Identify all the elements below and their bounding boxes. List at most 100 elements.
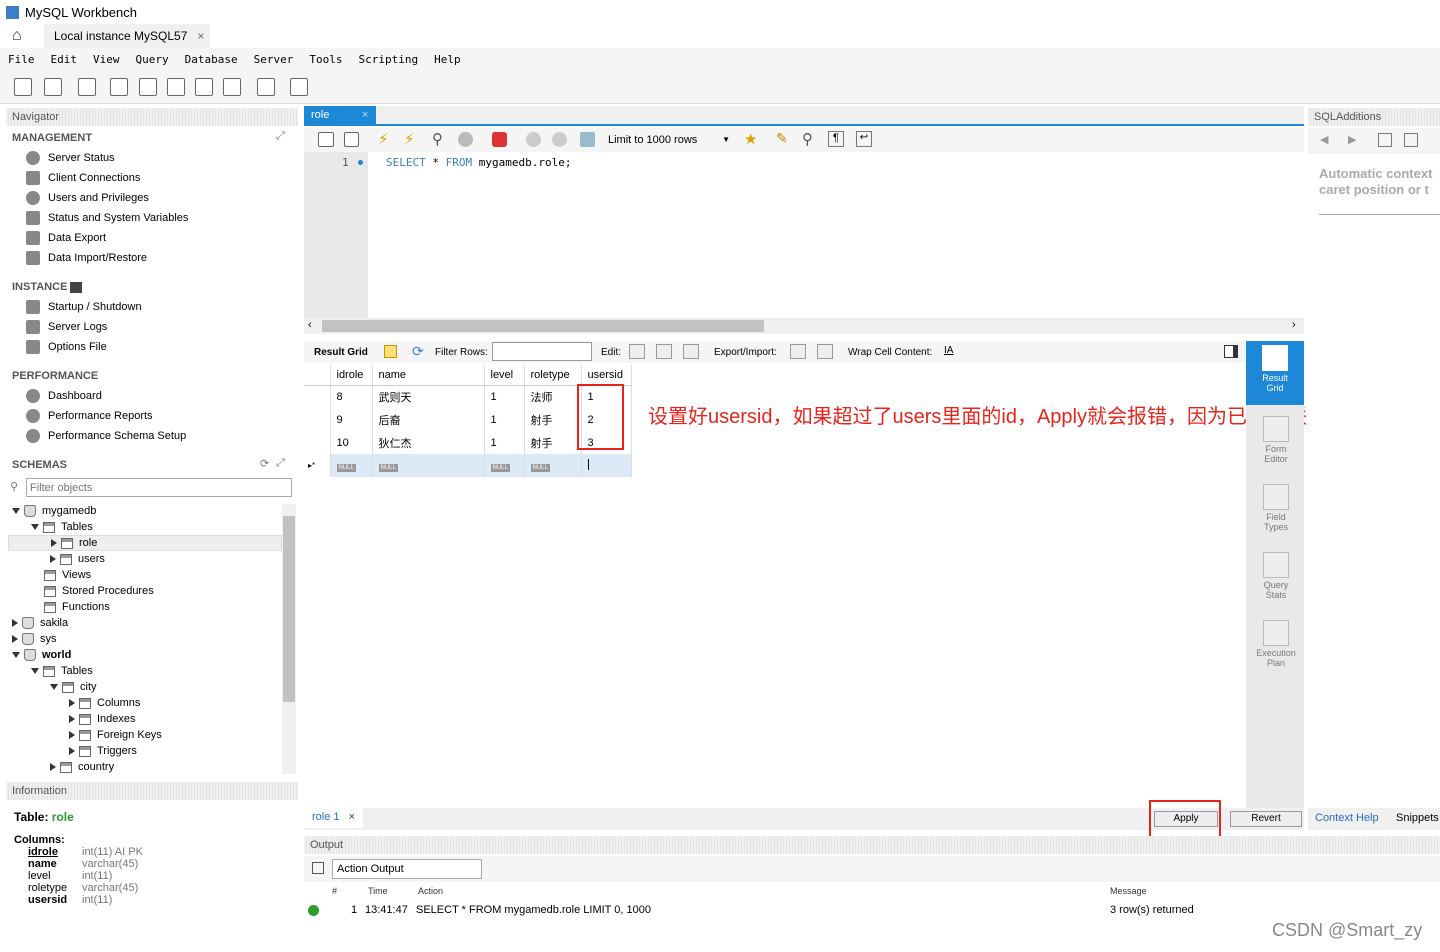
form-editor-button[interactable]: Form Editor [1248,416,1304,464]
collapsed-arrow-icon[interactable] [69,699,75,707]
rollback-icon[interactable] [552,132,567,147]
nav-server-status[interactable]: Server Status [0,148,290,168]
col-header-idrole[interactable]: idrole [330,365,373,386]
new-sql-tab-icon[interactable] [14,78,32,96]
col-header-name[interactable]: name [372,365,485,386]
col-header-roletype[interactable]: roletype [524,365,582,386]
autocommit-icon[interactable] [580,132,595,147]
tab-context-help[interactable]: Context Help [1315,812,1379,824]
cell[interactable]: 10 [330,431,373,454]
cell[interactable]: 9 [330,408,373,431]
tree-functions[interactable]: Functions [44,599,110,615]
tree-mygamedb-tables[interactable]: Tables [31,519,93,535]
collapsed-arrow-icon[interactable] [69,747,75,755]
cell-editing[interactable] [581,454,632,477]
stop-icon[interactable] [458,132,473,147]
cell[interactable]: 8 [330,385,373,408]
delete-row-icon[interactable] [683,344,699,359]
scroll-left-icon[interactable]: ‹ [308,319,312,331]
create-table-icon[interactable] [139,78,157,96]
reconnect-icon[interactable] [290,78,308,96]
nav-users-privileges[interactable]: Users and Privileges [0,188,290,208]
cell[interactable]: 武则天 [372,385,485,408]
collapsed-arrow-icon[interactable] [50,555,56,563]
collapsed-arrow-icon[interactable] [69,715,75,723]
sql-editor[interactable]: 1 SELECT * FROM mygamedb.role; [304,152,1304,318]
cell[interactable]: 1 [484,408,525,431]
tree-scrollbar[interactable] [282,504,296,774]
menu-file[interactable]: File [0,53,43,66]
tree-city[interactable]: city [50,679,97,695]
close-icon[interactable]: × [349,811,355,823]
expanded-arrow-icon[interactable] [31,668,39,674]
new-row[interactable]: ▸* NULL NULL NULL NULL [304,454,632,477]
tree-stored-procedures[interactable]: Stored Procedures [44,583,154,599]
col-header-usersid[interactable]: usersid [581,365,632,386]
result-tab[interactable]: role 1 × [304,808,364,828]
menu-tools[interactable]: Tools [301,53,350,66]
scroll-thumb[interactable] [283,516,295,702]
menu-view[interactable]: View [85,53,128,66]
nav-data-export[interactable]: Data Export [0,228,290,248]
scroll-thumb[interactable] [322,320,764,332]
manual-help-icon[interactable] [1378,133,1392,147]
cell-null[interactable]: NULL [484,454,525,477]
menu-edit[interactable]: Edit [43,53,86,66]
row-header[interactable] [304,408,331,431]
tree-users[interactable]: users [50,551,105,567]
col-header-level[interactable]: level [484,365,525,386]
insert-row-icon[interactable] [656,344,672,359]
execution-plan-button[interactable]: Execution Plan [1248,620,1304,668]
refresh-icon[interactable]: ⟳ [412,343,424,360]
cell-null[interactable]: NULL [372,454,485,477]
execute-current-icon[interactable]: ⚡ [404,130,415,148]
beautify-icon[interactable]: ✎ [776,130,788,147]
nav-data-import[interactable]: Data Import/Restore [0,248,290,268]
nav-options-file[interactable]: Options File [0,337,290,357]
tree-triggers[interactable]: Triggers [69,743,137,759]
edit-row-icon[interactable] [629,344,645,359]
copy-icon[interactable] [312,862,324,874]
menu-query[interactable]: Query [128,53,177,66]
open-sql-script-icon[interactable] [44,78,62,96]
close-icon[interactable]: × [362,106,368,124]
collapsed-arrow-icon[interactable] [51,539,57,547]
open-file-icon[interactable] [318,132,334,147]
nav-server-logs[interactable]: Server Logs [0,317,290,337]
tree-sakila[interactable]: sakila [12,615,68,631]
create-schema-icon[interactable] [110,78,128,96]
nav-status-variables[interactable]: Status and System Variables [0,208,290,228]
auto-help-icon[interactable] [1404,133,1418,147]
scroll-right-icon[interactable]: › [1292,319,1296,331]
execute-icon[interactable]: ⚡ [378,130,389,148]
nav-performance-schema-setup[interactable]: Performance Schema Setup [0,426,290,446]
create-function-icon[interactable] [223,78,241,96]
nav-client-connections[interactable]: Client Connections [0,168,290,188]
collapsed-arrow-icon[interactable] [12,619,18,627]
tree-mygamedb[interactable]: mygamedb [12,503,96,519]
tree-country[interactable]: country [50,759,114,775]
cell[interactable]: 射手 [524,408,582,431]
cell[interactable]: 射手 [524,431,582,454]
result-grid-button[interactable]: Result Grid [1246,341,1304,405]
export-icon[interactable] [790,344,806,359]
cell[interactable]: 狄仁杰 [372,431,485,454]
menu-database[interactable]: Database [177,53,246,66]
tree-columns[interactable]: Columns [69,695,140,711]
cell[interactable]: 法师 [524,385,582,408]
wrap-toggle-icon[interactable]: IA [944,345,953,356]
nav-startup-shutdown[interactable]: Startup / Shutdown [0,297,290,317]
cell[interactable]: 1 [484,385,525,408]
result-grid-label[interactable]: Result Grid [314,347,368,358]
expand-icon[interactable]: ⤢ [276,457,285,470]
tree-indexes[interactable]: Indexes [69,711,136,727]
word-wrap-icon[interactable]: ↩ [856,131,872,147]
panel-toggle-icon[interactable] [1224,345,1238,358]
refresh-icon[interactable]: ⟳ [260,457,269,470]
filter-objects-input[interactable] [26,478,292,497]
limit-rows-select[interactable]: Limit to 1000 rows ▼ [608,132,730,148]
tab-connection[interactable]: Local instance MySQL57 × [44,24,210,48]
toggle-error-icon[interactable] [492,132,507,147]
collapsed-arrow-icon[interactable] [69,731,75,739]
menu-help[interactable]: Help [426,53,469,66]
